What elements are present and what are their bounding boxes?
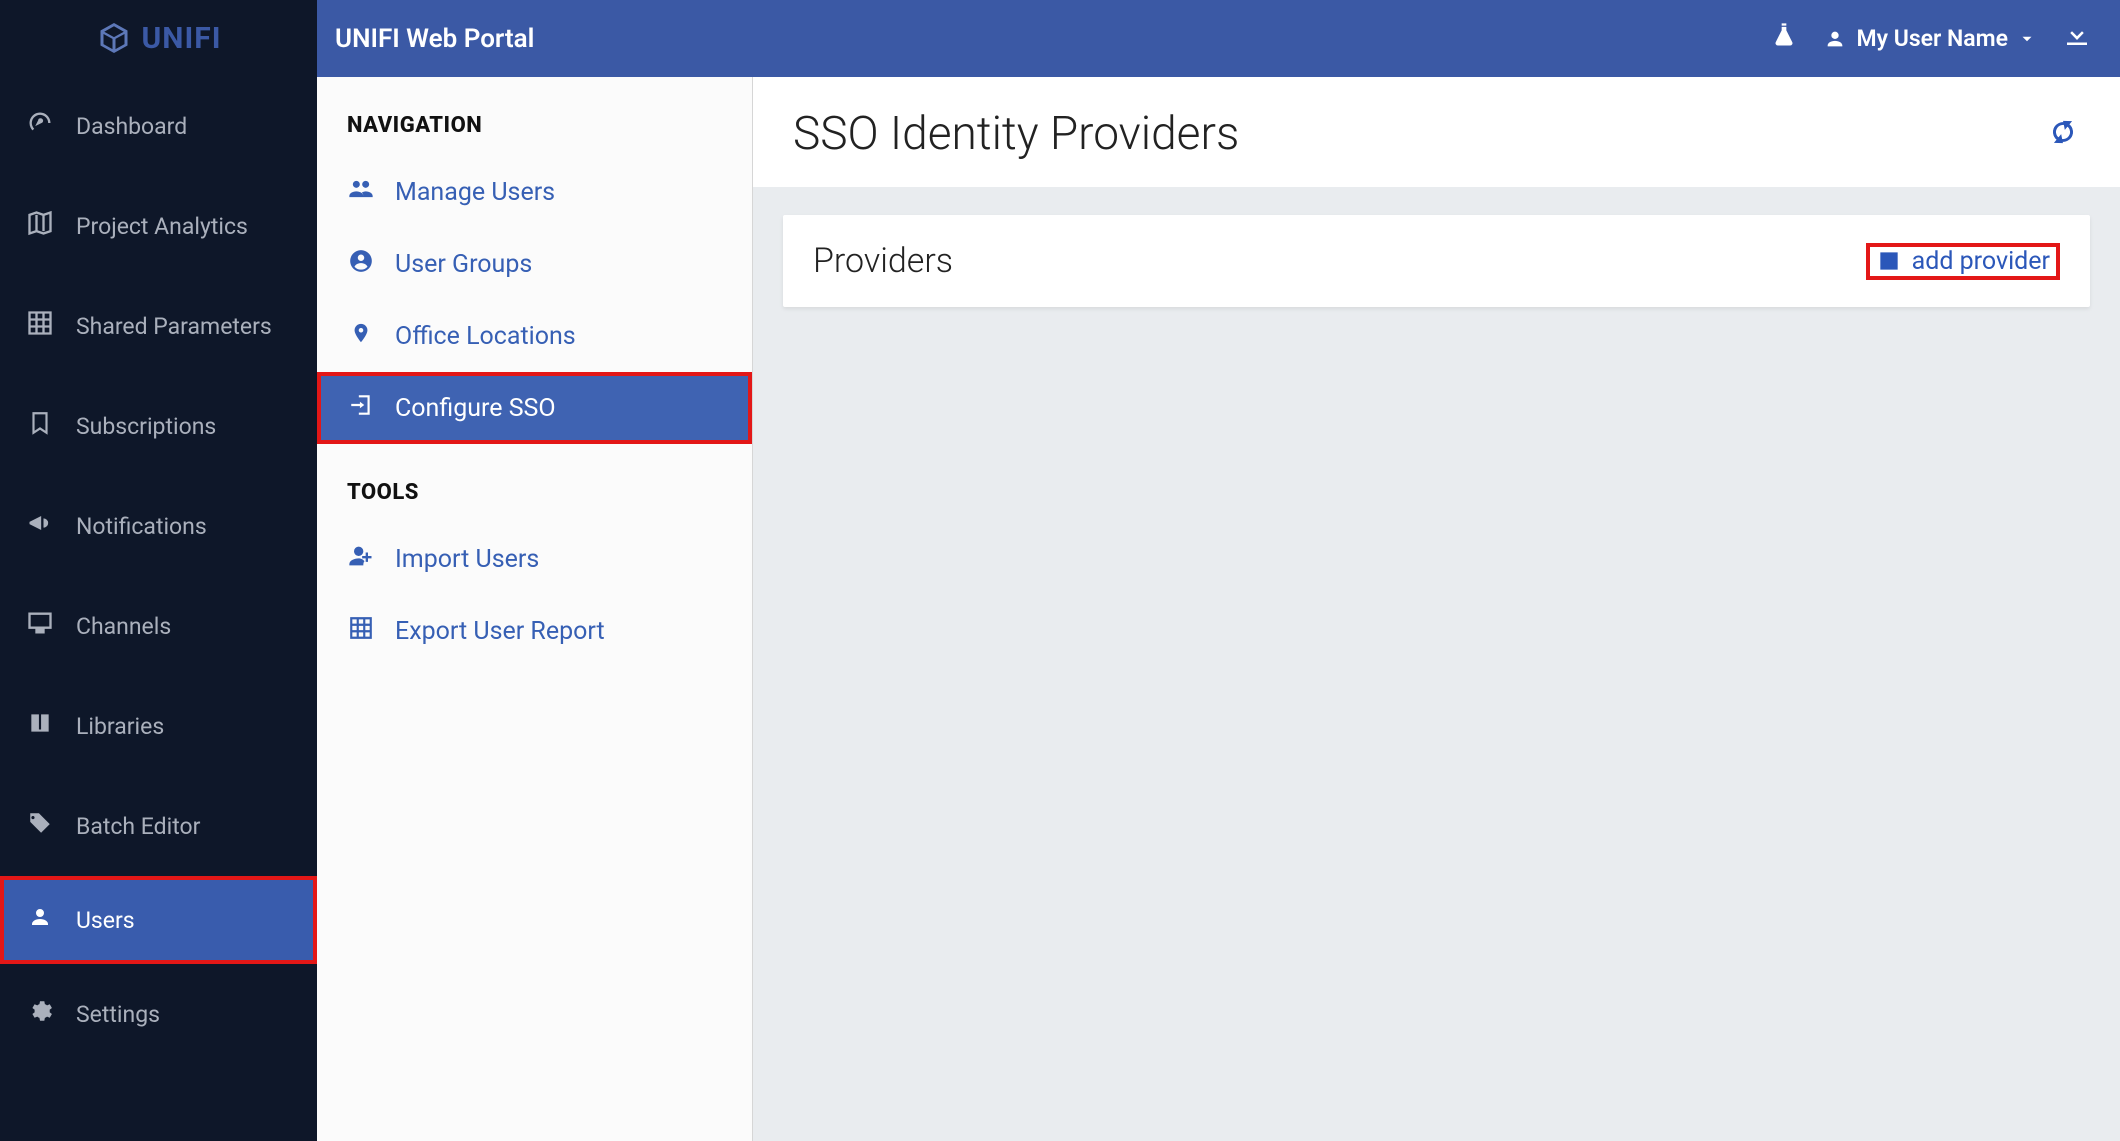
tag-icon	[26, 810, 54, 842]
book-icon	[26, 710, 54, 742]
user-icon	[26, 905, 54, 935]
tools-heading: TOOLS	[317, 444, 752, 523]
secnav-label: Office Locations	[395, 322, 576, 351]
sidebar-item-label: Settings	[76, 1001, 160, 1028]
users-icon	[347, 175, 375, 210]
sidebar-item-label: Shared Parameters	[76, 313, 272, 340]
secondary-nav: NAVIGATION Manage Users User Groups Offi…	[317, 77, 753, 1141]
gauge-icon	[26, 109, 54, 143]
page-header: SSO Identity Providers	[753, 77, 2120, 187]
sidebar-item-channels[interactable]: Channels	[0, 576, 317, 676]
sidebar-item-libraries[interactable]: Libraries	[0, 676, 317, 776]
user-plus-icon	[347, 542, 375, 577]
refresh-icon	[2046, 115, 2080, 149]
login-icon	[347, 392, 375, 425]
sidebar-item-label: Channels	[76, 613, 171, 640]
pin-icon	[347, 320, 375, 353]
user-menu[interactable]: My User Name	[1824, 25, 2036, 52]
brand-name: UNIFI	[142, 21, 222, 56]
sidebar-item-settings[interactable]: Settings	[0, 964, 317, 1064]
secnav-label: Import Users	[395, 545, 539, 574]
flask-icon[interactable]	[1770, 21, 1798, 56]
secnav-user-groups[interactable]: User Groups	[317, 228, 752, 300]
user-circle-icon	[347, 248, 375, 281]
page-content: SSO Identity Providers Providers add pro…	[753, 77, 2120, 1141]
sidebar-item-shared-parameters[interactable]: Shared Parameters	[0, 276, 317, 376]
user-icon	[1824, 28, 1846, 50]
nav-heading: NAVIGATION	[317, 77, 752, 156]
bookmark-icon	[26, 410, 54, 442]
secnav-office-locations[interactable]: Office Locations	[317, 300, 752, 372]
app-title: UNIFI Web Portal	[335, 24, 1770, 54]
sidebar-item-batch-editor[interactable]: Batch Editor	[0, 776, 317, 876]
sidebar-item-project-analytics[interactable]: Project Analytics	[0, 176, 317, 276]
secnav-label: User Groups	[395, 250, 532, 279]
panel-heading: Providers	[813, 241, 1866, 281]
sidebar-item-label: Dashboard	[76, 113, 187, 140]
refresh-button[interactable]	[2046, 115, 2080, 153]
sidebar-item-label: Users	[76, 907, 135, 934]
download-icon[interactable]	[2062, 20, 2092, 57]
sidebar-item-notifications[interactable]: Notifications	[0, 476, 317, 576]
brand-logo: UNIFI	[0, 0, 317, 76]
secnav-export-user-report[interactable]: Export User Report	[317, 595, 752, 667]
sidebar-item-label: Subscriptions	[76, 413, 216, 440]
top-bar: UNIFI Web Portal My User Name	[317, 0, 2120, 77]
grid-icon	[26, 309, 54, 343]
map-icon	[26, 209, 54, 243]
secnav-label: Configure SSO	[395, 394, 556, 423]
sidebar-item-users[interactable]: Users	[0, 876, 317, 964]
sidebar-item-label: Notifications	[76, 513, 207, 540]
user-label: My User Name	[1856, 25, 2008, 52]
cube-icon	[96, 20, 132, 56]
sidebar-item-label: Batch Editor	[76, 813, 200, 840]
add-provider-label: add provider	[1912, 247, 2050, 276]
secnav-manage-users[interactable]: Manage Users	[317, 156, 752, 228]
sidebar-item-subscriptions[interactable]: Subscriptions	[0, 376, 317, 476]
megaphone-icon	[26, 509, 54, 543]
sidebar-item-dashboard[interactable]: Dashboard	[0, 76, 317, 176]
providers-panel: Providers add provider	[783, 215, 2090, 307]
plus-square-icon	[1876, 248, 1902, 274]
chevron-down-icon	[2018, 30, 2036, 48]
secnav-import-users[interactable]: Import Users	[317, 523, 752, 595]
secnav-configure-sso[interactable]: Configure SSO	[317, 372, 752, 444]
sidebar-item-label: Project Analytics	[76, 213, 248, 240]
primary-sidebar: UNIFI Dashboard Project Analytics Shared…	[0, 0, 317, 1141]
secnav-label: Export User Report	[395, 617, 605, 646]
monitor-icon	[26, 609, 54, 643]
table-icon	[347, 615, 375, 648]
secnav-label: Manage Users	[395, 178, 555, 207]
add-provider-button[interactable]: add provider	[1866, 243, 2060, 280]
gear-icon	[26, 998, 54, 1030]
sidebar-item-label: Libraries	[76, 713, 164, 740]
page-title: SSO Identity Providers	[793, 107, 2046, 161]
